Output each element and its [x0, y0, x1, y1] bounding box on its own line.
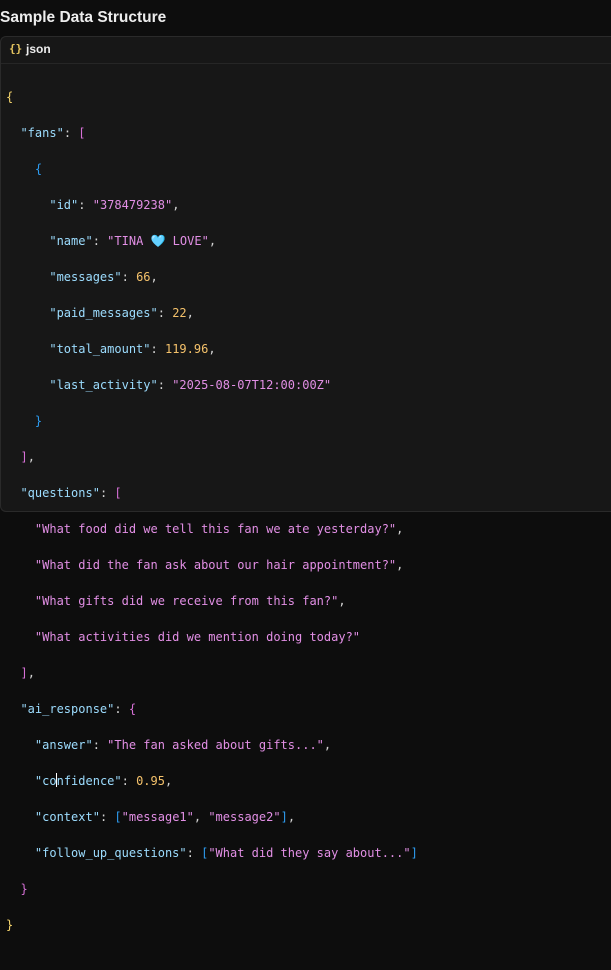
name-key: "name": [49, 234, 93, 248]
code-line: "last_activity": "2025-08-07T12:00:00Z": [49, 378, 332, 392]
code-language-label: json: [26, 42, 51, 56]
messages-key: "messages": [49, 270, 122, 284]
answer-key: "answer": [34, 738, 93, 752]
context-item: "message1": [121, 810, 194, 824]
code-line: "What food did we tell this fan we ate y…: [34, 522, 404, 536]
code-line: "name": "TINA 🩵 LOVE",: [49, 234, 217, 248]
name-value: "TINA 🩵 LOVE": [107, 234, 209, 248]
total-amount-key: "total_amount": [49, 342, 151, 356]
code-block: {} json { "fans": [ { "id": "378479238",…: [0, 36, 611, 932]
ai-response-key: "ai_response": [20, 702, 115, 716]
code-line: ],: [20, 666, 35, 680]
code-block-header: {} json: [1, 37, 611, 64]
paid-messages-key: "paid_messages": [49, 306, 158, 320]
code-line: "questions": [: [20, 486, 122, 500]
question-item: "What gifts did we receive from this fan…: [34, 594, 339, 608]
messages-value: 66: [136, 270, 151, 284]
confidence-key: "confidence": [34, 773, 122, 788]
question-item: "What did the fan ask about our hair app…: [34, 558, 397, 572]
code-line: "What gifts did we receive from this fan…: [34, 594, 346, 608]
code-line: ],: [20, 450, 35, 464]
code-line: "follow_up_questions": ["What did they s…: [34, 846, 418, 860]
context-key: "context": [34, 810, 100, 824]
code-line: "total_amount": 119.96,: [49, 342, 216, 356]
answer-value: "The fan asked about gifts...": [107, 738, 324, 752]
code-line: "ai_response": {: [20, 702, 137, 716]
code-line: "What activities did we mention doing to…: [6, 628, 418, 646]
code-line: "paid_messages": 22,: [49, 306, 194, 320]
total-amount-value: 119.96: [164, 342, 209, 356]
follow-up-item: "What did they say about...": [208, 846, 411, 860]
id-key: "id": [49, 198, 79, 212]
code-line: {: [34, 162, 43, 176]
page-title: Sample Data Structure: [0, 9, 167, 26]
questions-key: "questions": [20, 486, 100, 500]
question-item: "What activities did we mention doing to…: [34, 630, 361, 644]
follow-up-key: "follow_up_questions": [34, 846, 187, 860]
question-item: "What food did we tell this fan we ate y…: [34, 522, 397, 536]
code-line: }: [20, 882, 28, 896]
code-line: "messages": 66,: [49, 270, 158, 284]
confidence-value: 0.95: [136, 774, 165, 788]
braces-icon: {}: [9, 42, 23, 55]
code-line: }: [34, 414, 43, 428]
code-line: {: [6, 90, 14, 104]
code-line: "fans": [: [20, 126, 86, 140]
last-activity-value: "2025-08-07T12:00:00Z": [172, 378, 332, 392]
code-line: "context": ["message1", "message2"],: [34, 810, 296, 824]
code-content[interactable]: { "fans": [ { "id": "378479238", "name":…: [6, 70, 418, 970]
context-item: "message2": [208, 810, 281, 824]
code-line: "answer": "The fan asked about gifts..."…: [34, 738, 332, 752]
code-line: "What did the fan ask about our hair app…: [34, 558, 404, 572]
paid-messages-value: 22: [172, 306, 187, 320]
last-activity-key: "last_activity": [49, 378, 158, 392]
fans-key: "fans": [20, 126, 64, 140]
code-line: }: [6, 918, 14, 932]
code-line: "id": "378479238",: [49, 198, 180, 212]
id-value: "378479238": [92, 198, 173, 212]
code-line: "confidence": 0.95,: [34, 773, 173, 788]
